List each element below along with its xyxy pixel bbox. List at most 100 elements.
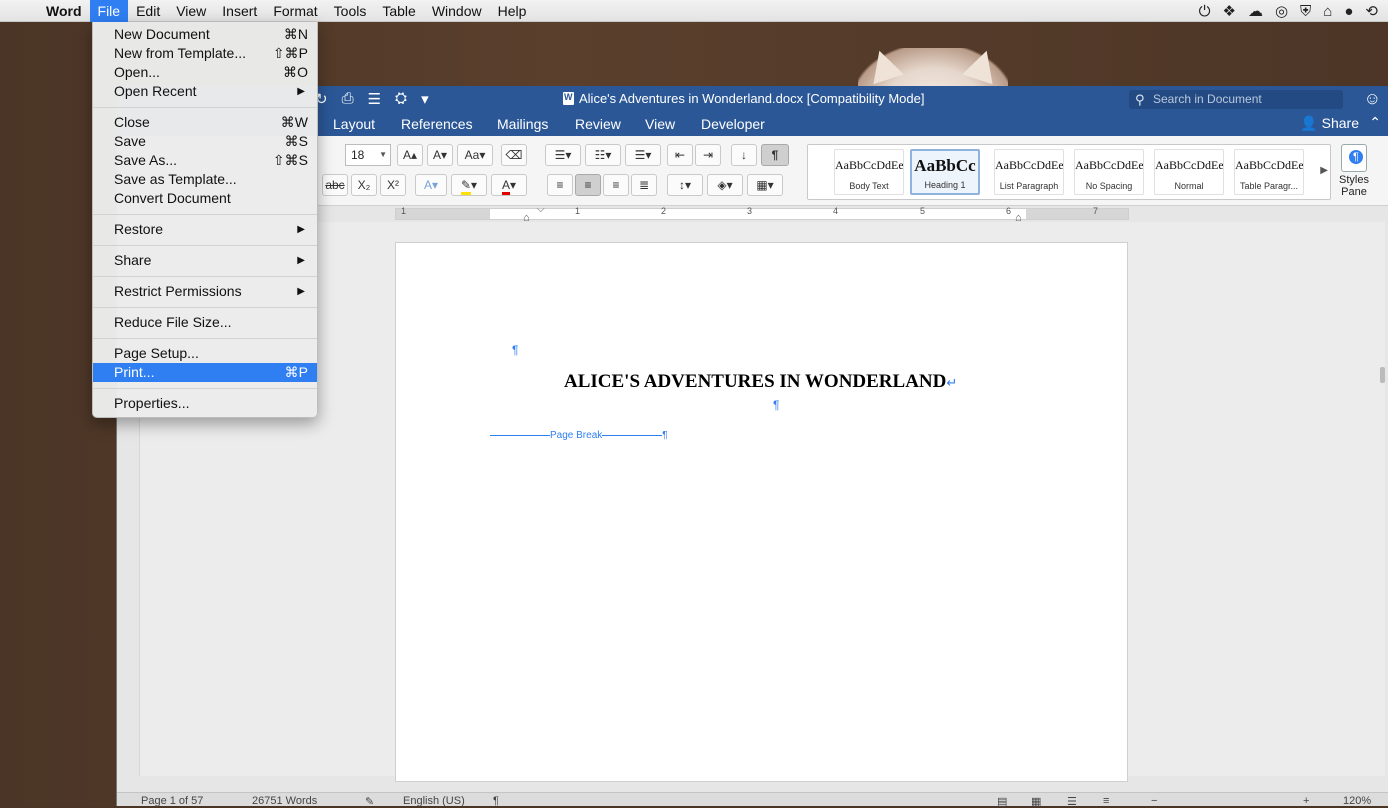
share-button[interactable]: 👤 Share xyxy=(1300,115,1359,132)
line-spacing-button[interactable]: ↕▾ xyxy=(667,174,703,196)
align-left-button[interactable]: ≡ xyxy=(547,174,573,196)
style-body-text[interactable]: AaBbCcDdEe Body Text xyxy=(834,149,904,195)
superscript-button[interactable]: X² xyxy=(380,174,406,196)
menu-item-restore[interactable]: Restore ▶ xyxy=(93,220,317,239)
style-heading-1[interactable]: AaBbCc Heading 1 xyxy=(910,149,980,195)
cloud-upload-icon[interactable]: ☁ xyxy=(1248,2,1263,20)
chevron-right-icon[interactable]: ▶ xyxy=(1320,165,1328,176)
align-right-button[interactable]: ≡ xyxy=(603,174,629,196)
house-check-icon[interactable]: ⌂ xyxy=(1323,3,1332,20)
shrink-font-button[interactable]: A▾ xyxy=(427,144,453,166)
style-no-spacing[interactable]: AaBbCcDdEe No Spacing xyxy=(1074,149,1144,195)
menu-item-save-as-template[interactable]: Save as Template... xyxy=(93,170,317,189)
draft-view-icon[interactable]: ≡ xyxy=(1103,795,1109,807)
menu-insert[interactable]: Insert xyxy=(214,0,265,22)
paint-icon[interactable]: ⛭ xyxy=(395,90,407,108)
language-status[interactable]: English (US) xyxy=(403,795,465,807)
creative-cloud-icon[interactable]: ◎ xyxy=(1275,2,1288,20)
shield-icon[interactable]: ⛨ xyxy=(1300,3,1311,20)
menu-item-page-setup[interactable]: Page Setup... xyxy=(93,344,317,363)
customize-toolbar-icon[interactable]: ▾ xyxy=(421,90,429,108)
document-page[interactable]: ¶ ALICE'S ADVENTURES IN WONDERLAND↵ ¶ Pa… xyxy=(395,242,1128,782)
tab-review[interactable]: Review xyxy=(575,116,621,132)
menu-app-word[interactable]: Word xyxy=(38,0,90,22)
show-pilcrow-button[interactable]: ¶ xyxy=(761,144,789,166)
outline-view-icon[interactable]: ☰ xyxy=(1067,795,1077,808)
search-in-document[interactable]: ⚲ Search in Document xyxy=(1129,90,1343,109)
zoom-in-icon[interactable]: + xyxy=(1303,795,1309,807)
print-layout-view-icon[interactable]: ▤ xyxy=(997,795,1007,808)
menu-file[interactable]: File xyxy=(89,0,129,22)
style-normal[interactable]: AaBbCcDdEe Normal xyxy=(1154,149,1224,195)
justify-button[interactable]: ≣ xyxy=(631,174,657,196)
power-icon[interactable]: ⏻ xyxy=(1199,3,1211,20)
menu-item-close[interactable]: Close ⌘W xyxy=(93,113,317,132)
style-list-paragraph[interactable]: AaBbCcDdEe List Paragraph xyxy=(994,149,1064,195)
document-title[interactable]: ALICE'S ADVENTURES IN WONDERLAND↵ xyxy=(564,371,957,393)
feedback-smiley-icon[interactable]: ☺ xyxy=(1364,89,1381,109)
web-layout-view-icon[interactable]: ▦ xyxy=(1031,795,1041,808)
dropbox-icon[interactable]: ❖ xyxy=(1222,2,1235,20)
ruler-number: 2 xyxy=(661,206,667,216)
menu-edit[interactable]: Edit xyxy=(128,0,168,22)
menu-help[interactable]: Help xyxy=(490,0,535,22)
align-center-button[interactable]: ≡ xyxy=(575,174,601,196)
menu-tools[interactable]: Tools xyxy=(326,0,375,22)
collapse-ribbon-icon[interactable]: ⌃ xyxy=(1369,114,1381,131)
tab-mailings[interactable]: Mailings xyxy=(497,116,548,132)
strikethrough-button[interactable]: abc xyxy=(322,174,348,196)
font-size-box[interactable]: 18 ▼ xyxy=(345,144,391,166)
word-count[interactable]: 26751 Words xyxy=(252,795,317,807)
menu-item-save[interactable]: Save ⌘S xyxy=(93,132,317,151)
change-case-button[interactable]: Aa▾ xyxy=(457,144,493,166)
menu-item-new-document[interactable]: New Document ⌘N xyxy=(93,25,317,44)
menu-item-print[interactable]: Print... ⌘P xyxy=(93,363,317,382)
increase-indent-button[interactable]: ⇥ xyxy=(695,144,721,166)
status-tray: ⏻ ❖ ☁ ◎ ⛨ ⌂ ● ⟲ xyxy=(1199,0,1378,22)
grow-font-button[interactable]: A▴ xyxy=(397,144,423,166)
vertical-scrollbar[interactable] xyxy=(1380,367,1385,383)
menu-view[interactable]: View xyxy=(168,0,214,22)
text-effects-button[interactable]: A▾ xyxy=(415,174,447,196)
page-count[interactable]: Page 1 of 57 xyxy=(141,795,203,807)
menu-item-restrict-permissions[interactable]: Restrict Permissions ▶ xyxy=(93,282,317,301)
menu-format[interactable]: Format xyxy=(265,0,325,22)
menu-item-open[interactable]: Open... ⌘O xyxy=(93,63,317,82)
menu-separator xyxy=(93,276,317,277)
indent-marker-icon[interactable]: ⌵ xyxy=(537,204,545,215)
menu-item-share[interactable]: Share ▶ xyxy=(93,251,317,270)
menu-item-reduce-file-size[interactable]: Reduce File Size... xyxy=(93,313,317,332)
menu-table[interactable]: Table xyxy=(374,0,423,22)
ball-icon[interactable]: ● xyxy=(1344,3,1353,20)
menu-item-new-from-template[interactable]: New from Template... ⇧⌘P xyxy=(93,44,317,63)
menu-item-open-recent[interactable]: Open Recent ▶ xyxy=(93,82,317,101)
clear-formatting-button[interactable]: ⌫ xyxy=(501,144,527,166)
tab-developer[interactable]: Developer xyxy=(701,116,765,132)
tab-layout[interactable]: Layout xyxy=(333,116,375,132)
numbering-button[interactable]: ☷▾ xyxy=(585,144,621,166)
highlight-button[interactable]: ✎▾ xyxy=(451,174,487,196)
menu-window[interactable]: Window xyxy=(424,0,490,22)
tab-view[interactable]: View xyxy=(645,116,675,132)
zoom-level[interactable]: 120% xyxy=(1343,795,1371,807)
menu-item-save-as[interactable]: Save As... ⇧⌘S xyxy=(93,151,317,170)
borders-button[interactable]: ▦▾ xyxy=(747,174,783,196)
shading-button[interactable]: ◈▾ xyxy=(707,174,743,196)
tab-references[interactable]: References xyxy=(401,116,473,132)
font-color-button[interactable]: A▾ xyxy=(491,174,527,196)
style-table-paragraph[interactable]: AaBbCcDdEe Table Paragr... xyxy=(1234,149,1304,195)
sort-button[interactable]: ↓ xyxy=(731,144,757,166)
subscript-button[interactable]: X₂ xyxy=(351,174,377,196)
bullets-button[interactable]: ☰▾ xyxy=(545,144,581,166)
decrease-indent-button[interactable]: ⇤ xyxy=(667,144,693,166)
print-icon[interactable]: ⎙ xyxy=(342,90,354,108)
track-changes-icon[interactable]: ¶ xyxy=(493,795,499,807)
zoom-out-icon[interactable]: − xyxy=(1151,795,1157,807)
menu-lines-icon[interactable]: ☰ xyxy=(368,90,381,108)
menu-item-convert-document[interactable]: Convert Document xyxy=(93,189,317,208)
proofing-icon[interactable]: ✎ xyxy=(365,795,374,808)
menu-item-properties[interactable]: Properties... xyxy=(93,394,317,413)
styles-pane-button[interactable]: Styles Pane xyxy=(1335,144,1373,198)
multilevel-list-button[interactable]: ☰▾ xyxy=(625,144,661,166)
time-machine-icon[interactable]: ⟲ xyxy=(1365,2,1378,20)
